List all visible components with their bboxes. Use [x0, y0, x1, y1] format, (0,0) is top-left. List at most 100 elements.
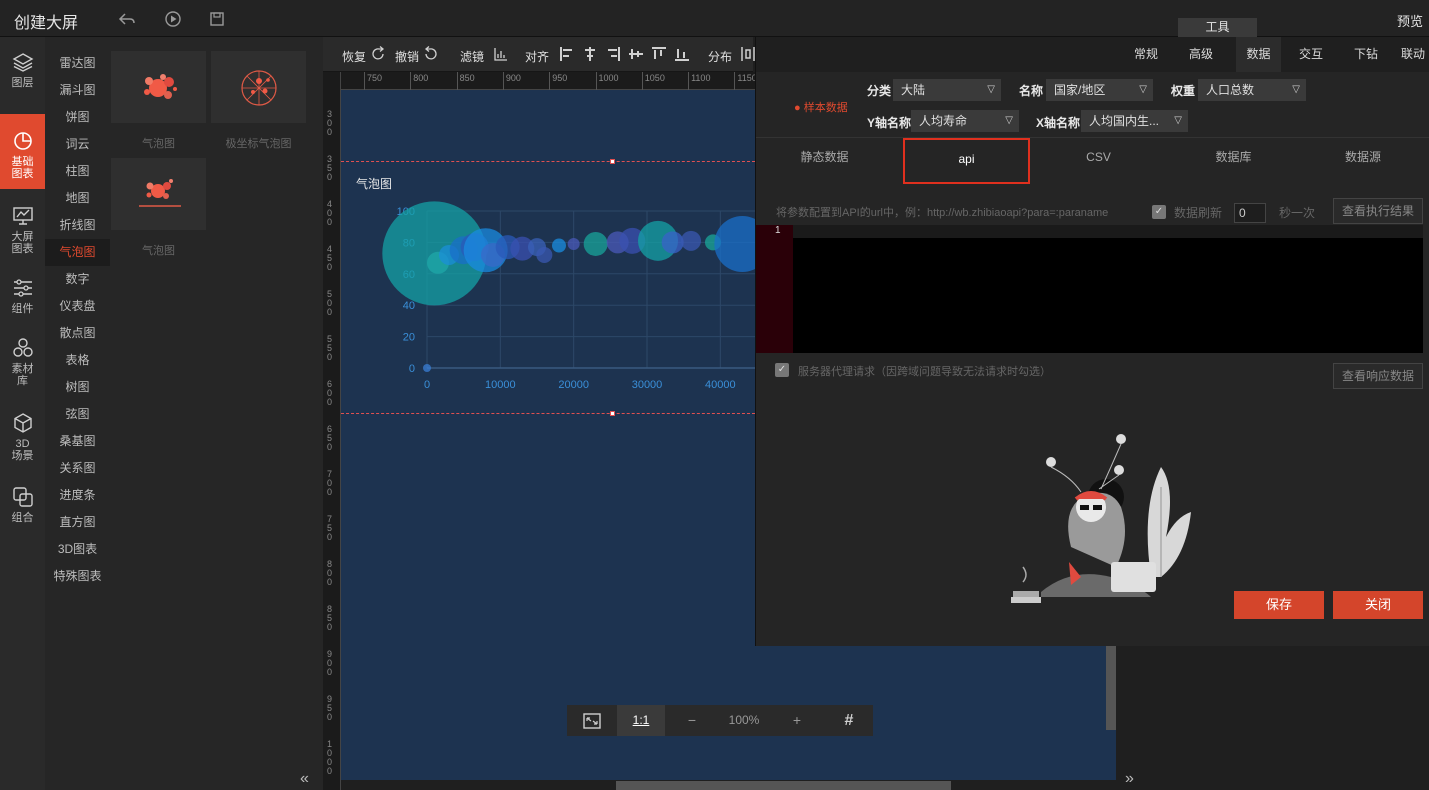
grid-toggle-button[interactable]: # — [825, 705, 873, 736]
align-right-icon[interactable] — [605, 46, 621, 62]
ruler-top-label: 750 — [367, 73, 383, 83]
api-code-editor[interactable] — [793, 225, 1423, 353]
leftbar-item-3d-scene[interactable]: 3D场景 — [0, 412, 45, 470]
category-item[interactable]: 饼图 — [45, 104, 110, 131]
ruler-tick — [734, 72, 736, 90]
category-item[interactable]: 关系图 — [45, 455, 110, 482]
category-item[interactable]: 散点图 — [45, 320, 110, 347]
category-item[interactable]: 特殊图表 — [45, 563, 110, 590]
category-item[interactable]: 3D图表 — [45, 536, 110, 563]
ratio-1-1-button[interactable]: 1:1 — [617, 705, 665, 736]
distribute-button[interactable]: 分布 — [708, 48, 732, 65]
leftbar-label: 3D场景 — [11, 438, 34, 462]
view-execution-result-button[interactable]: 查看执行结果 — [1333, 198, 1423, 224]
server-proxy-checkbox[interactable]: ✓ — [775, 363, 789, 377]
leftbar-item-components[interactable]: 组件 — [0, 277, 45, 321]
ruler-tick — [502, 72, 504, 90]
restore-button[interactable]: 恢复 — [342, 48, 366, 65]
category-item[interactable]: 气泡图 — [45, 239, 110, 266]
category-item[interactable]: 表格 — [45, 347, 110, 374]
category-item[interactable]: 雷达图 — [45, 50, 110, 77]
chevron-down-icon: ▽ — [1005, 115, 1013, 126]
align-bottom-icon[interactable] — [674, 46, 690, 62]
thumbnail-bubble-chart[interactable] — [111, 51, 206, 123]
panel-tab[interactable]: 数据 — [1236, 37, 1281, 72]
leftbar-item-combine[interactable]: 组合 — [0, 486, 45, 530]
y-axis-name-select[interactable]: 人均寿命 ▽ — [911, 110, 1019, 132]
category-item[interactable]: 仪表盘 — [45, 293, 110, 320]
category-item[interactable]: 词云 — [45, 131, 110, 158]
close-button[interactable]: 关闭 — [1333, 591, 1423, 619]
data-source-tab[interactable]: CSV — [1031, 138, 1166, 184]
category-item[interactable]: 桑基图 — [45, 428, 110, 455]
thumbnail-polar-bubble-chart[interactable] — [211, 51, 306, 123]
preview-button[interactable]: 预览 — [1397, 11, 1423, 30]
category-select[interactable]: 大陆 ▽ — [893, 79, 1001, 101]
panel-tab[interactable]: 常规 — [1126, 37, 1166, 72]
resize-handle-top[interactable] — [610, 159, 615, 164]
leftbar-item-materials[interactable]: 素材库 — [0, 337, 45, 395]
category-label: 分类 — [867, 84, 892, 98]
undo-icon[interactable] — [118, 10, 136, 28]
category-item[interactable]: 地图 — [45, 185, 110, 212]
leftbar-label: 组件 — [11, 303, 34, 315]
category-item[interactable]: 数字 — [45, 266, 110, 293]
view-response-data-button[interactable]: 查看响应数据 — [1333, 363, 1423, 389]
canvas-horizontal-scrollbar[interactable] — [616, 781, 951, 790]
chart-thumbnail-panel: 气泡图 极坐标气泡图 气泡图 — [110, 37, 323, 790]
tools-tab[interactable]: 工具 — [1178, 18, 1257, 37]
leftbar-item-basic-charts[interactable]: 基础图表 — [0, 114, 45, 189]
layers-icon — [12, 53, 33, 72]
thumbnail-bubble-chart-2[interactable] — [111, 158, 206, 230]
save-button[interactable]: 保存 — [1234, 591, 1324, 619]
align-top-icon[interactable] — [628, 46, 644, 62]
collapse-left-panel-icon[interactable]: « — [300, 770, 309, 788]
category-item[interactable]: 柱图 — [45, 158, 110, 185]
leftbar-item-screen-charts[interactable]: 大屏图表 — [0, 205, 45, 260]
app-title: 创建大屏 — [14, 15, 79, 32]
play-icon[interactable] — [164, 10, 182, 28]
distribute-horizontal-icon[interactable] — [740, 46, 756, 62]
align-center-icon[interactable] — [582, 46, 598, 62]
redo-icon[interactable] — [370, 46, 386, 62]
zoom-in-button[interactable]: + — [782, 705, 812, 736]
panel-tab[interactable]: 高级 — [1181, 37, 1221, 72]
name-select[interactable]: 国家/地区 ▽ — [1046, 79, 1153, 101]
name-select-value: 国家/地区 — [1054, 83, 1106, 97]
category-item[interactable]: 树图 — [45, 374, 110, 401]
filter-chart-icon[interactable] — [493, 46, 509, 62]
category-item[interactable]: 弦图 — [45, 401, 110, 428]
undo-button[interactable]: 撤销 — [395, 48, 419, 65]
ruler-top-label: 950 — [552, 73, 568, 83]
data-source-tab[interactable]: 数据库 — [1166, 138, 1301, 184]
x-axis-name-select[interactable]: 人均国内生... ▽ — [1081, 110, 1188, 132]
category-item[interactable]: 进度条 — [45, 482, 110, 509]
align-middle-icon[interactable] — [651, 46, 667, 62]
weight-select[interactable]: 人口总数 ▽ — [1198, 79, 1306, 101]
data-source-tab[interactable]: 静态数据 — [776, 138, 873, 184]
data-refresh-checkbox[interactable]: ✓ — [1152, 205, 1166, 219]
data-source-tab[interactable]: 数据源 — [1303, 138, 1423, 184]
resize-handle-bottom[interactable] — [610, 411, 615, 416]
panel-tab[interactable]: 交互 — [1291, 37, 1331, 72]
category-item[interactable]: 漏斗图 — [45, 77, 110, 104]
ruler-tick — [688, 72, 690, 90]
canvas-vertical-scrollbar[interactable] — [1106, 645, 1116, 730]
save-icon[interactable] — [208, 10, 226, 28]
align-left-icon[interactable] — [559, 46, 575, 62]
refresh-interval-input[interactable]: 0 — [1234, 203, 1266, 223]
collapse-right-panel-icon[interactable]: » — [1125, 770, 1134, 788]
panel-tab[interactable]: 联动 — [1396, 37, 1429, 72]
undo-arrow-icon[interactable] — [423, 46, 439, 62]
category-item[interactable]: 折线图 — [45, 212, 110, 239]
filter-button[interactable]: 滤镜 — [460, 48, 484, 65]
leftbar-item-layers[interactable]: 图层 — [0, 51, 45, 101]
selected-component-frame[interactable] — [341, 159, 755, 416]
fit-screen-button[interactable] — [567, 705, 617, 736]
category-item[interactable]: 直方图 — [45, 509, 110, 536]
data-source-tab[interactable]: api — [903, 138, 1030, 184]
zoom-out-button[interactable]: − — [677, 705, 707, 736]
panel-tab[interactable]: 下钻 — [1346, 37, 1386, 72]
ruler-left-label: 850 — [327, 604, 333, 632]
align-button[interactable]: 对齐 — [525, 48, 549, 65]
